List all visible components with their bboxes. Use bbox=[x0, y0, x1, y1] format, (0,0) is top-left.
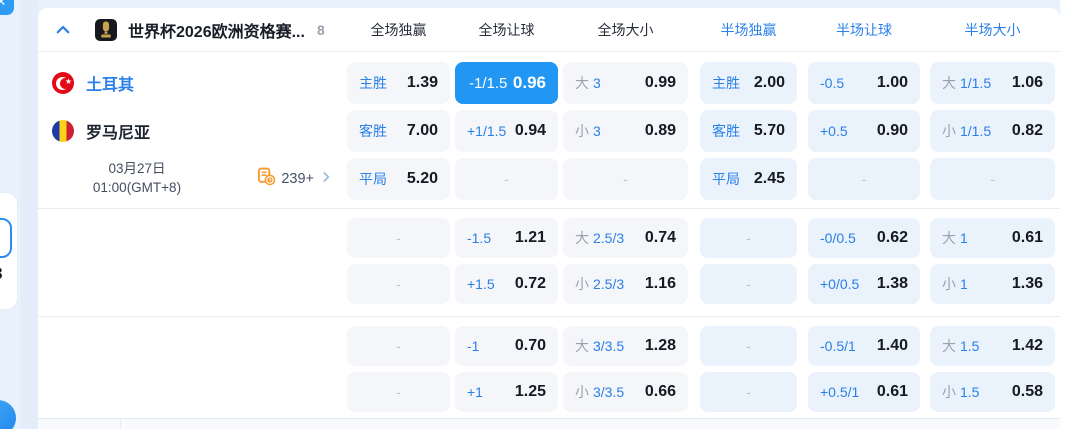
odds-cell-empty: - bbox=[808, 158, 920, 200]
odds-cell-empty: - bbox=[930, 158, 1055, 200]
markets-icon bbox=[257, 167, 276, 191]
odds-cell[interactable]: 大30.99 bbox=[563, 62, 688, 104]
odds-cell[interactable]: 大10.61 bbox=[930, 218, 1055, 258]
left-sidebar-strip bbox=[20, 0, 38, 429]
turkey-flag-icon: ★ bbox=[52, 72, 74, 94]
odds-group-main: ★ 土耳其 主胜1.39 -1/1.50.96 大30.99 主胜2.00 -0… bbox=[38, 52, 1060, 208]
odds-cell[interactable]: -1.51.21 bbox=[455, 218, 558, 258]
left-button-fragment[interactable] bbox=[0, 218, 12, 258]
odds-cell[interactable]: 大1.51.42 bbox=[930, 326, 1055, 366]
column-header-ht-handicap: 半场让球 bbox=[808, 20, 920, 40]
match-date: 03月27日 bbox=[62, 160, 212, 179]
odds-cell-empty: - bbox=[347, 326, 450, 366]
column-header-ht-1x2: 半场独赢 bbox=[700, 20, 797, 40]
odds-cell[interactable]: 平局2.45 bbox=[700, 158, 797, 200]
odds-group-2: - -1.51.21 大2.5/30.74 - -0/0.50.62 大10.6… bbox=[38, 209, 1060, 316]
column-header-ht-overunder: 半场大小 bbox=[930, 20, 1055, 40]
column-header-ft-1x2: 全场独赢 bbox=[347, 20, 450, 40]
column-header-ft-overunder: 全场大小 bbox=[563, 20, 688, 40]
odds-cell-empty: - bbox=[347, 372, 450, 412]
markets-count: 239+ bbox=[281, 171, 314, 187]
odds-cell[interactable]: 主胜1.39 bbox=[347, 62, 450, 104]
odds-cell[interactable]: -10.70 bbox=[455, 326, 558, 366]
odds-cell[interactable]: 客胜7.00 bbox=[347, 110, 450, 152]
close-icon-glyph: ✕ bbox=[0, 0, 6, 10]
odds-cell-empty: - bbox=[347, 218, 450, 258]
more-markets-link[interactable]: 239+ bbox=[257, 167, 333, 191]
odds-row: - -1.51.21 大2.5/30.74 - -0/0.50.62 大10.6… bbox=[38, 218, 1060, 258]
odds-row: - +11.25 小3/3.50.66 - +0.5/10.61 小1.50.5… bbox=[38, 372, 1060, 412]
match-meta-row: 03月27日 01:00(GMT+8) bbox=[38, 158, 1060, 200]
close-icon[interactable]: ✕ bbox=[0, 0, 14, 15]
odds-cell-empty: - bbox=[455, 158, 558, 200]
odds-cell[interactable]: 小2.5/31.16 bbox=[563, 264, 688, 304]
odds-cell-empty: - bbox=[700, 264, 797, 304]
odds-cell-selected[interactable]: -1/1.50.96 bbox=[455, 62, 558, 104]
odds-cell[interactable]: 大1/1.51.06 bbox=[930, 62, 1055, 104]
odds-cell[interactable]: +0.5/10.61 bbox=[808, 372, 920, 412]
odds-cell[interactable]: 客胜5.70 bbox=[700, 110, 797, 152]
chevron-right-icon bbox=[319, 170, 333, 189]
next-section-edge bbox=[38, 418, 1060, 429]
odds-cell[interactable]: 小1.50.58 bbox=[930, 372, 1055, 412]
odds-cell[interactable]: +1/1.50.94 bbox=[455, 110, 558, 152]
odds-cell[interactable]: 主胜2.00 bbox=[700, 62, 797, 104]
odds-cell[interactable]: 大3/3.51.28 bbox=[563, 326, 688, 366]
odds-cell[interactable]: -0.5/11.40 bbox=[808, 326, 920, 366]
league-header-left[interactable]: 世界杯2026欧洲资格赛... 8 bbox=[38, 18, 347, 42]
team-row-home: ★ 土耳其 主胜1.39 -1/1.50.96 大30.99 主胜2.00 -0… bbox=[38, 62, 1060, 104]
odds-group-3: - -10.70 大3/3.51.28 - -0.5/11.40 大1.51.4… bbox=[38, 317, 1060, 412]
odds-cell-empty: - bbox=[563, 158, 688, 200]
romania-flag-icon bbox=[52, 120, 74, 142]
column-header-ft-handicap: 全场让球 bbox=[455, 20, 558, 40]
odds-cell-empty: - bbox=[700, 372, 797, 412]
odds-cell-empty: - bbox=[347, 264, 450, 304]
trophy-icon bbox=[94, 18, 118, 42]
odds-cell-empty: - bbox=[700, 218, 797, 258]
odds-cell-empty: - bbox=[700, 326, 797, 366]
odds-cell[interactable]: 平局5.20 bbox=[347, 158, 450, 200]
odds-cell[interactable]: +0.50.90 bbox=[808, 110, 920, 152]
home-team-name: 土耳其 bbox=[86, 71, 134, 95]
odds-cell[interactable]: -0.51.00 bbox=[808, 62, 920, 104]
odds-cell[interactable]: 大2.5/30.74 bbox=[563, 218, 688, 258]
odds-row: - +1.50.72 小2.5/31.16 - +0/0.51.38 小11.3… bbox=[38, 264, 1060, 304]
chevron-up-icon[interactable] bbox=[52, 19, 74, 41]
odds-cell[interactable]: 小30.89 bbox=[563, 110, 688, 152]
league-title: 世界杯2026欧洲资格赛... bbox=[128, 18, 305, 42]
odds-panel: 世界杯2026欧洲资格赛... 8 全场独赢 全场让球 全场大小 半场独赢 半场… bbox=[38, 8, 1060, 418]
odds-cell[interactable]: +0/0.51.38 bbox=[808, 264, 920, 304]
odds-cell[interactable]: -0/0.50.62 bbox=[808, 218, 920, 258]
odds-row: - -10.70 大3/3.51.28 - -0.5/11.40 大1.51.4… bbox=[38, 326, 1060, 366]
league-header: 世界杯2026欧洲资格赛... 8 全场独赢 全场让球 全场大小 半场独赢 半场… bbox=[38, 8, 1060, 52]
odds-cell[interactable]: +11.25 bbox=[455, 372, 558, 412]
odds-cell[interactable]: 小3/3.50.66 bbox=[563, 372, 688, 412]
match-datetime: 03月27日 01:00(GMT+8) bbox=[62, 160, 212, 198]
odds-cell[interactable]: +1.50.72 bbox=[455, 264, 558, 304]
left-text-fragment: 8 bbox=[0, 264, 9, 286]
league-match-count: 8 bbox=[317, 22, 325, 38]
away-team-name: 罗马尼亚 bbox=[86, 119, 150, 143]
match-time: 01:00(GMT+8) bbox=[62, 179, 212, 198]
odds-cell[interactable]: 小11.36 bbox=[930, 264, 1055, 304]
team-row-away: 罗马尼亚 客胜7.00 +1/1.50.94 小30.89 客胜5.70 +0.… bbox=[38, 110, 1060, 152]
odds-cell[interactable]: 小1/1.50.82 bbox=[930, 110, 1055, 152]
